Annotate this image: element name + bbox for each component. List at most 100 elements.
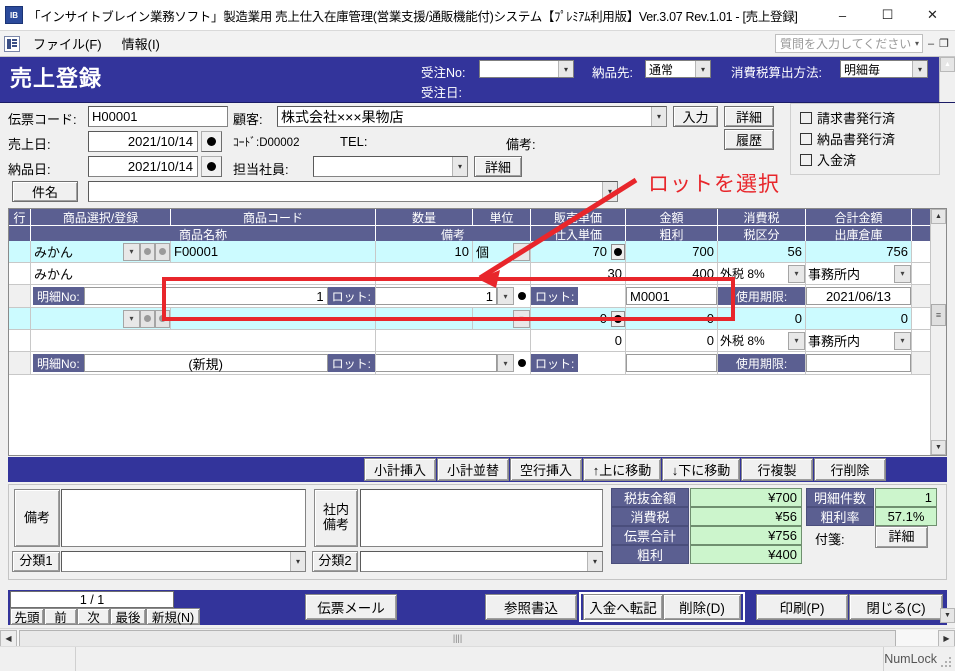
- next-record-button[interactable]: 次: [77, 608, 110, 625]
- class1-button[interactable]: 分類1: [12, 551, 60, 572]
- cell-product-name-sub-2[interactable]: [31, 330, 376, 352]
- ask-input[interactable]: 質問を入力してください ▾: [775, 34, 923, 53]
- table-row[interactable]: みかん ▾ F00001 10 個 ▾ 70 700 56 756: [9, 241, 946, 263]
- lot-code-value[interactable]: M0001: [626, 287, 717, 305]
- tag-detail-button[interactable]: 詳細: [875, 526, 928, 548]
- checkbox-box-icon[interactable]: [800, 153, 812, 166]
- transfer-to-payment-button[interactable]: 入金へ転記: [583, 594, 663, 620]
- sales-date-picker-button[interactable]: [201, 131, 222, 152]
- insert-subtotal-button[interactable]: 小計挿入: [364, 458, 436, 481]
- checkbox-delivery-note-issued[interactable]: 納品書発行済: [800, 129, 895, 148]
- delivery-dest-combobox[interactable]: 通常 ▾: [645, 60, 711, 78]
- checkbox-invoice-issued[interactable]: 請求書発行済: [800, 108, 895, 127]
- cell-unit-2[interactable]: ▾: [473, 308, 531, 330]
- minimize-button[interactable]: –: [820, 0, 865, 30]
- chevron-down-icon[interactable]: ▾: [452, 157, 467, 176]
- new-record-button[interactable]: 新規(N): [146, 608, 200, 625]
- cell-product-code[interactable]: F00001: [171, 241, 376, 263]
- lot-picker-button[interactable]: [514, 355, 530, 371]
- remarks-textarea[interactable]: [61, 489, 306, 547]
- chevron-down-icon[interactable]: ▾: [788, 264, 805, 283]
- cell-lot-code[interactable]: M0001: [626, 285, 718, 308]
- cell-qty-2[interactable]: [376, 308, 473, 330]
- scroll-left-icon[interactable]: ◀: [0, 629, 17, 647]
- subject-button[interactable]: 件名: [12, 181, 78, 202]
- chevron-down-icon[interactable]: ▾: [513, 242, 530, 261]
- cell-sale-price-2[interactable]: 0: [531, 308, 626, 330]
- tax-method-combobox[interactable]: 明細毎 ▾: [840, 60, 928, 78]
- cell-cost-price[interactable]: 30: [531, 263, 626, 285]
- cell-remarks-sub-2[interactable]: [376, 330, 531, 352]
- resize-grip-icon[interactable]: [941, 657, 953, 669]
- move-down-button[interactable]: ↓下に移動: [662, 458, 740, 481]
- scroll-right-icon[interactable]: ▶: [938, 629, 955, 647]
- move-up-button[interactable]: ↑上に移動: [583, 458, 661, 481]
- scroll-down-icon[interactable]: ▼: [931, 440, 946, 455]
- history-button[interactable]: 履歴: [724, 129, 774, 150]
- cell-lot-qty-2[interactable]: ▾: [376, 352, 531, 375]
- chevron-down-icon[interactable]: ▾: [894, 331, 911, 350]
- chevron-down-icon[interactable]: ▾: [123, 242, 140, 261]
- cell-sale-price[interactable]: 70: [531, 241, 626, 263]
- first-record-button[interactable]: 先頭: [10, 608, 44, 625]
- chevron-down-icon[interactable]: ▾: [651, 107, 666, 126]
- cell-tax-class[interactable]: 外税 8% ▾: [718, 263, 806, 285]
- insert-blank-row-button[interactable]: 空行挿入: [510, 458, 582, 481]
- table-row-lot[interactable]: 明細No: 1 ロット: 1 ▾ ロット: M0001 使用期限: 2021/0…: [9, 285, 946, 308]
- cell-product-code-2[interactable]: [171, 308, 376, 330]
- product-picker-button[interactable]: [140, 309, 155, 328]
- product-register-button[interactable]: [155, 242, 170, 261]
- input-button[interactable]: 入力: [673, 106, 718, 127]
- product-register-button[interactable]: [155, 309, 170, 328]
- scroll-up-icon[interactable]: ▲: [931, 209, 946, 224]
- detail-button[interactable]: 詳細: [724, 106, 774, 127]
- sort-subtotal-button[interactable]: 小計並替: [437, 458, 509, 481]
- scroll-up-icon[interactable]: ▲: [940, 57, 955, 72]
- slip-mail-button[interactable]: 伝票メール: [305, 594, 397, 620]
- delivery-date-input[interactable]: 2021/10/14: [88, 156, 198, 177]
- expiry-value-2[interactable]: [806, 354, 911, 372]
- hscroll-thumb[interactable]: ||||: [19, 629, 896, 647]
- mdi-restore-button[interactable]: ❐: [939, 37, 949, 50]
- subject-input[interactable]: ▾: [88, 181, 618, 202]
- cell-tax-class-2[interactable]: 外税 8% ▾: [718, 330, 806, 352]
- menu-item-info[interactable]: 情報(I): [112, 32, 170, 55]
- cell-lot-detail-no[interactable]: 明細No: 1 ロット:: [31, 285, 376, 308]
- last-record-button[interactable]: 最後: [110, 608, 146, 625]
- class2-button[interactable]: 分類2: [312, 551, 358, 572]
- customer-input[interactable]: 株式会社×××果物店 ▾: [277, 106, 667, 127]
- cell-lot-code-2[interactable]: [626, 352, 718, 375]
- slip-code-input[interactable]: H00001: [88, 106, 228, 127]
- cell-expiry-value-2[interactable]: [806, 352, 912, 375]
- price-picker-button[interactable]: [611, 310, 625, 327]
- chevron-down-icon[interactable]: ▾: [123, 309, 140, 328]
- class2-combobox[interactable]: ▾: [360, 551, 603, 572]
- cell-qty[interactable]: 10: [376, 241, 473, 263]
- cell-unit[interactable]: 個 ▾: [473, 241, 531, 263]
- cell-remarks-sub[interactable]: [376, 263, 531, 285]
- close-form-button[interactable]: 閉じる(C): [849, 594, 943, 620]
- cell-warehouse-2[interactable]: 事務所内 ▾: [806, 330, 912, 352]
- chevron-down-icon[interactable]: ▾: [915, 39, 919, 48]
- cell-product-select[interactable]: みかん ▾: [31, 241, 171, 263]
- chevron-down-icon[interactable]: ▾: [602, 182, 617, 201]
- lot-code-value-2[interactable]: [626, 354, 717, 372]
- cell-lot-qty[interactable]: 1 ▾: [376, 285, 531, 308]
- sales-date-input[interactable]: 2021/10/14: [88, 131, 198, 152]
- scroll-down-icon-bottom[interactable]: ▼: [940, 608, 955, 623]
- table-row[interactable]: ▾ ▾ 0 0 0 0: [9, 308, 946, 330]
- class1-combobox[interactable]: ▾: [61, 551, 306, 572]
- cell-warehouse[interactable]: 事務所内 ▾: [806, 263, 912, 285]
- internal-remarks-textarea[interactable]: [360, 489, 603, 547]
- hscroll-track[interactable]: ||||: [17, 629, 938, 647]
- internal-remarks-button[interactable]: 社内 備考: [314, 489, 358, 547]
- expiry-value[interactable]: 2021/06/13: [806, 287, 911, 305]
- checkbox-box-icon[interactable]: [800, 111, 812, 124]
- mdi-minimize-button[interactable]: –: [928, 38, 934, 50]
- cell-expiry-value[interactable]: 2021/06/13: [806, 285, 912, 308]
- checkbox-payment-received[interactable]: 入金済: [800, 150, 856, 169]
- chevron-down-icon[interactable]: ▾: [894, 264, 911, 283]
- lot-qty-value-2[interactable]: [376, 354, 497, 372]
- menu-item-file[interactable]: ファイル(F): [23, 32, 112, 55]
- lot-qty-value[interactable]: 1: [376, 287, 497, 305]
